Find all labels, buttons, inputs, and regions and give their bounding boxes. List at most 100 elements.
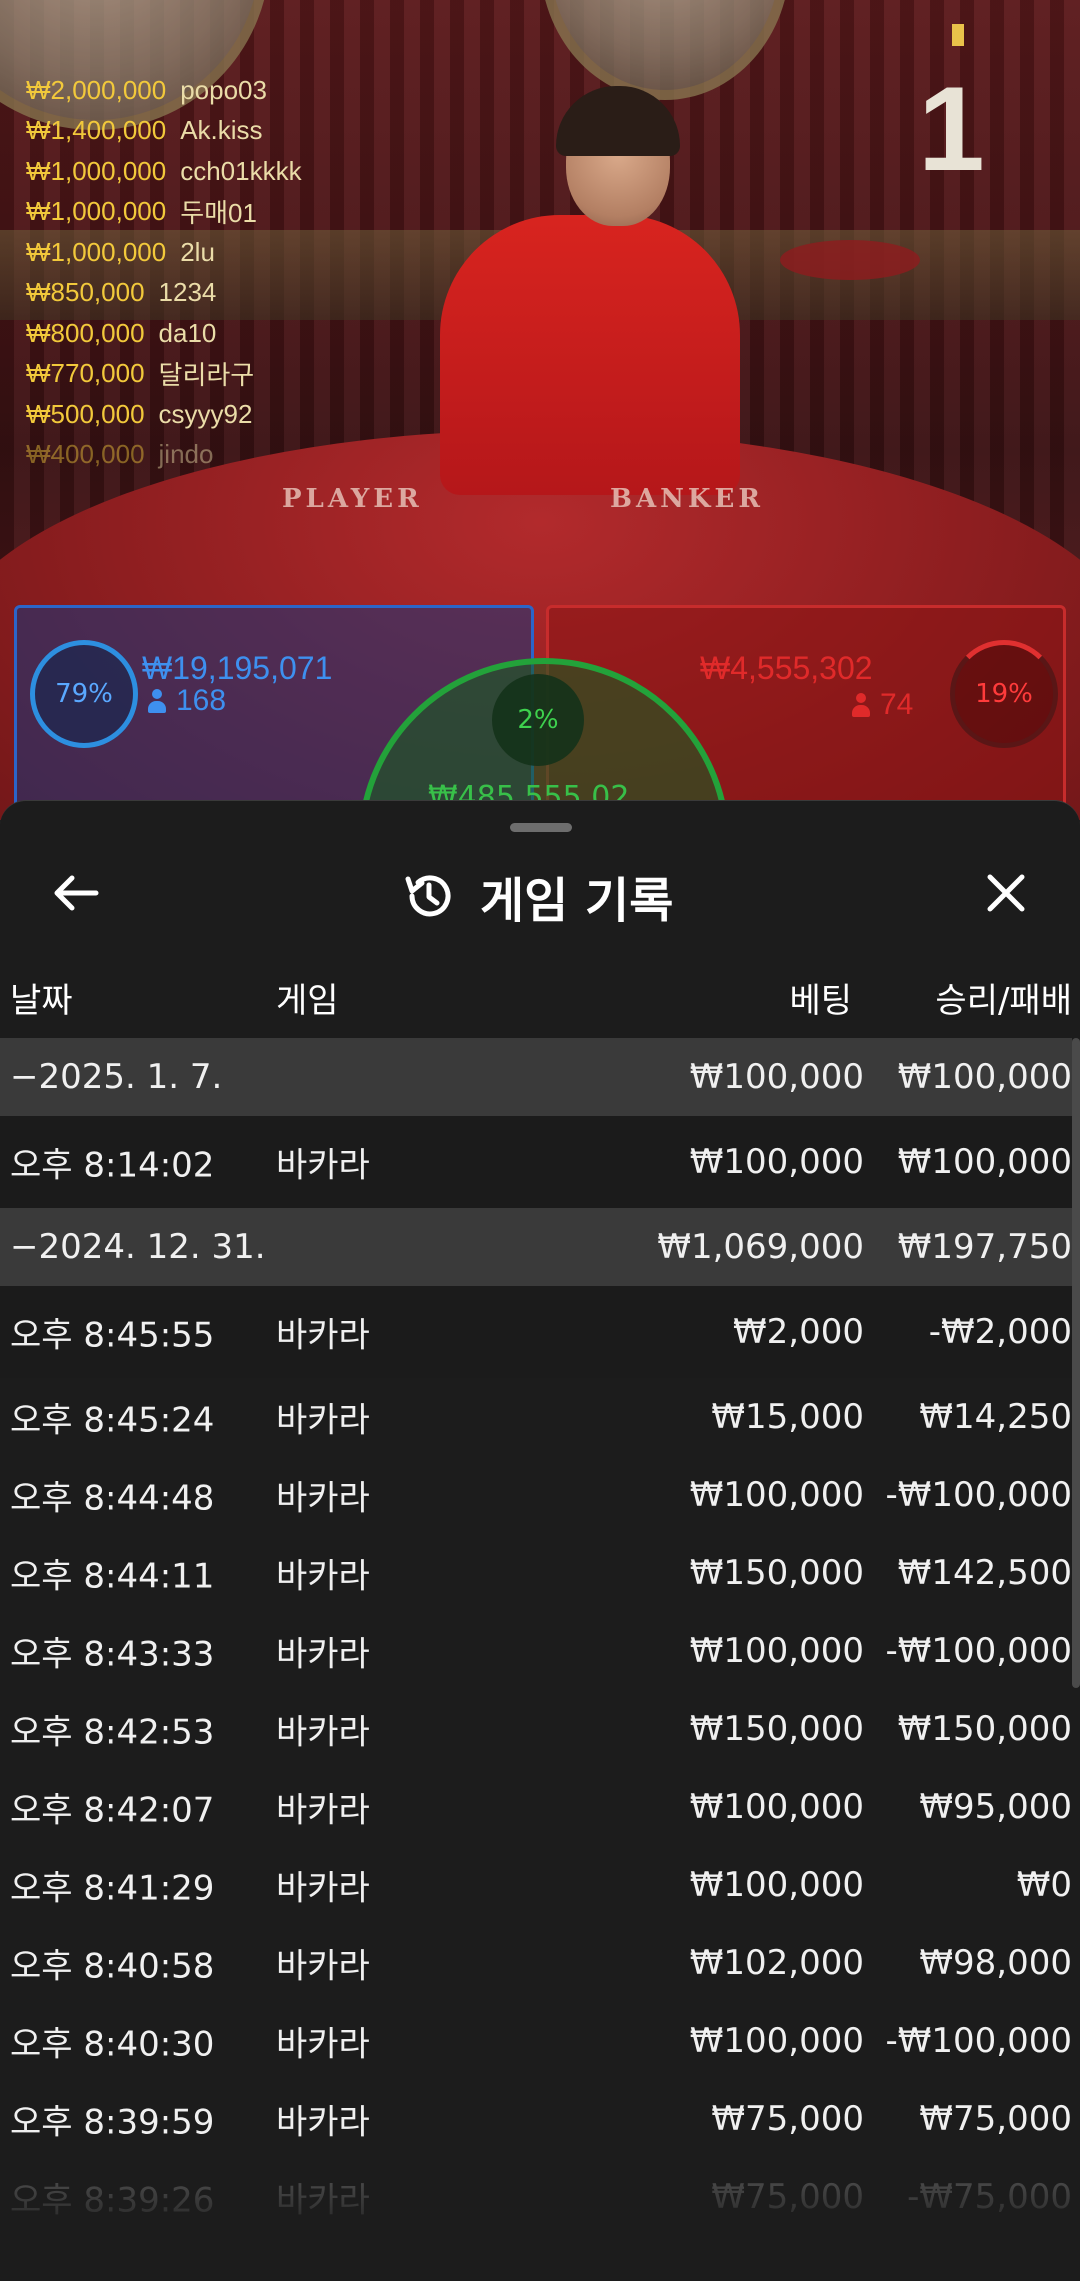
sheet-header: 게임 기록 [400,861,673,931]
person-icon [148,689,166,713]
history-row[interactable]: 오후 8:39:59 바카라 ₩75,000 ₩75,000 [0,2080,1072,2158]
leaderboard-row: ₩850,000 1234 [26,273,302,314]
row-time: 오후 8:41:29 [10,1868,215,1909]
leaderboard-amount: ₩500,000 [26,398,145,429]
row-game: 바카라 [276,1946,370,1987]
leaderboard-row: ₩770,000 달리라구 [26,354,302,395]
history-row[interactable]: 오후 8:45:55 바카라 ₩2,000 -₩2,000 [0,1286,1072,1378]
leaderboard-row: ₩1,000,000 cch01kkkk [26,151,302,192]
row-game: 바카라 [276,1868,370,1909]
leaderboard-name: Ak.kiss [180,115,263,146]
arrow-left-icon [54,875,99,911]
row-result: ₩100,000 [897,1142,1072,1182]
winners-leaderboard: ₩2,000,000 popo03 ₩1,400,000 Ak.kiss ₩1,00… [26,70,302,475]
leaderboard-amount: ₩800,000 [26,317,145,348]
column-header-date: 날짜 [10,981,73,1021]
row-game: 바카라 [276,2180,370,2221]
group-bet-total: ₩100,000 [689,1057,864,1097]
history-list[interactable]: −2025. 1. 7. ₩100,000 ₩100,000 오후 8:14:0… [0,1038,1072,2236]
row-time: 오후 8:44:11 [10,1556,215,1597]
history-row[interactable]: 오후 8:42:53 바카라 ₩150,000 ₩150,000 [0,1690,1072,1768]
row-bet: ₩100,000 [689,1142,864,1182]
row-time: 오후 8:42:53 [10,1712,215,1753]
back-button[interactable] [46,863,106,923]
history-row[interactable]: 오후 8:44:48 바카라 ₩100,000 -₩100,000 [0,1456,1072,1534]
row-game: 바카라 [276,1634,370,1675]
row-game: 바카라 [276,1790,370,1831]
background-arch [540,0,790,100]
player-bettor-count: 168 [176,684,227,717]
row-bet: ₩150,000 [689,1553,864,1593]
row-result: -₩75,000 [907,2177,1072,2217]
history-row[interactable]: 오후 8:41:29 바카라 ₩100,000 ₩0 [0,1846,1072,1924]
leaderboard-name: 2lu [180,236,215,267]
tie-percent-ring: 2% [492,674,584,766]
leaderboard-amount: ₩1,000,000 [26,155,167,186]
row-time: 오후 8:39:26 [10,2180,215,2221]
history-icon [405,875,451,917]
leaderboard-row: ₩800,000 da10 [26,313,302,354]
background-stool [780,240,920,280]
table-label-player: PLAYER [282,484,423,514]
row-result: ₩0 [1016,1865,1072,1905]
leaderboard-name: popo03 [180,74,267,105]
banker-bettor-count: 74 [880,688,914,721]
row-time: 오후 8:14:02 [10,1145,215,1186]
row-result: -₩2,000 [928,1312,1072,1352]
row-time: 오후 8:39:59 [10,2102,215,2143]
row-result: ₩98,000 [919,1943,1072,1983]
leaderboard-row: ₩1,400,000 Ak.kiss [26,111,302,152]
row-game: 바카라 [276,1400,370,1441]
banker-percent-ring: 19% [950,640,1058,748]
row-bet: ₩100,000 [689,2021,864,2061]
history-row[interactable]: 오후 8:40:30 바카라 ₩100,000 -₩100,000 [0,2002,1072,2080]
column-header-bet: 베팅 [789,981,852,1021]
leaderboard-amount: ₩400,000 [26,439,145,470]
history-row[interactable]: 오후 8:42:07 바카라 ₩100,000 ₩95,000 [0,1768,1072,1846]
row-result: ₩95,000 [919,1787,1072,1827]
leaderboard-row: ₩500,000 csyyy92 [26,394,302,435]
column-header-game: 게임 [276,981,339,1021]
row-game: 바카라 [276,1556,370,1597]
row-time: 오후 8:45:24 [10,1400,215,1441]
leaderboard-row: ₩1,000,000 두매01 [26,192,302,233]
date-group-row[interactable]: −2024. 12. 31. ₩1,069,000 ₩197,750 [0,1208,1072,1286]
table-label-banker: BANKER [610,484,764,514]
history-row[interactable]: 오후 8:44:11 바카라 ₩150,000 ₩142,500 [0,1534,1072,1612]
history-row[interactable]: 오후 8:39:26 바카라 ₩75,000 -₩75,000 [0,2158,1072,2236]
row-time: 오후 8:42:07 [10,1790,215,1831]
leaderboard-amount: ₩850,000 [26,277,145,308]
sheet-drag-handle[interactable] [510,823,572,832]
history-row[interactable]: 오후 8:40:58 바카라 ₩102,000 ₩98,000 [0,1924,1072,2002]
player-bet-amount: ₩19,195,071 [142,650,333,686]
group-result-total: ₩100,000 [897,1057,1072,1097]
leaderboard-name: 1234 [158,277,217,308]
history-row[interactable]: 오후 8:45:24 바카라 ₩15,000 ₩14,250 [0,1378,1072,1456]
dealer-body [440,215,740,495]
history-row[interactable]: 오후 8:43:33 바카라 ₩100,000 -₩100,000 [0,1612,1072,1690]
row-game: 바카라 [276,1145,370,1186]
row-game: 바카라 [276,2102,370,2143]
banker-bet-count: 74 [852,688,913,722]
row-game: 바카라 [276,1315,370,1356]
row-result: -₩100,000 [885,2021,1073,2061]
game-history-sheet: 게임 기록 날짜 게임 베팅 승리/패배 −2025. 1. 7. ₩100,0… [0,800,1080,2281]
leaderboard-name: 달리라구 [158,360,255,391]
leaderboard-row: ₩2,000,000 popo03 [26,70,302,111]
row-result: -₩100,000 [885,1631,1073,1671]
row-bet: ₩100,000 [689,1475,864,1515]
list-scrollbar[interactable] [1072,1038,1080,1688]
leaderboard-name: 두매01 [180,198,257,229]
row-bet: ₩150,000 [689,1709,864,1749]
leaderboard-row: ₩400,000 jindo [26,435,302,476]
history-row[interactable]: 오후 8:14:02 바카라 ₩100,000 ₩100,000 [0,1116,1072,1208]
leaderboard-amount: ₩2,000,000 [26,74,167,105]
row-game: 바카라 [276,2024,370,2065]
leaderboard-name: da10 [158,317,217,348]
leaderboard-amount: ₩1,400,000 [26,115,167,146]
row-bet: ₩75,000 [711,2099,864,2139]
leaderboard-name: cch01kkkk [180,155,302,186]
close-button[interactable] [976,863,1036,923]
leaderboard-name: csyyy92 [158,398,253,429]
date-group-row[interactable]: −2025. 1. 7. ₩100,000 ₩100,000 [0,1038,1072,1116]
